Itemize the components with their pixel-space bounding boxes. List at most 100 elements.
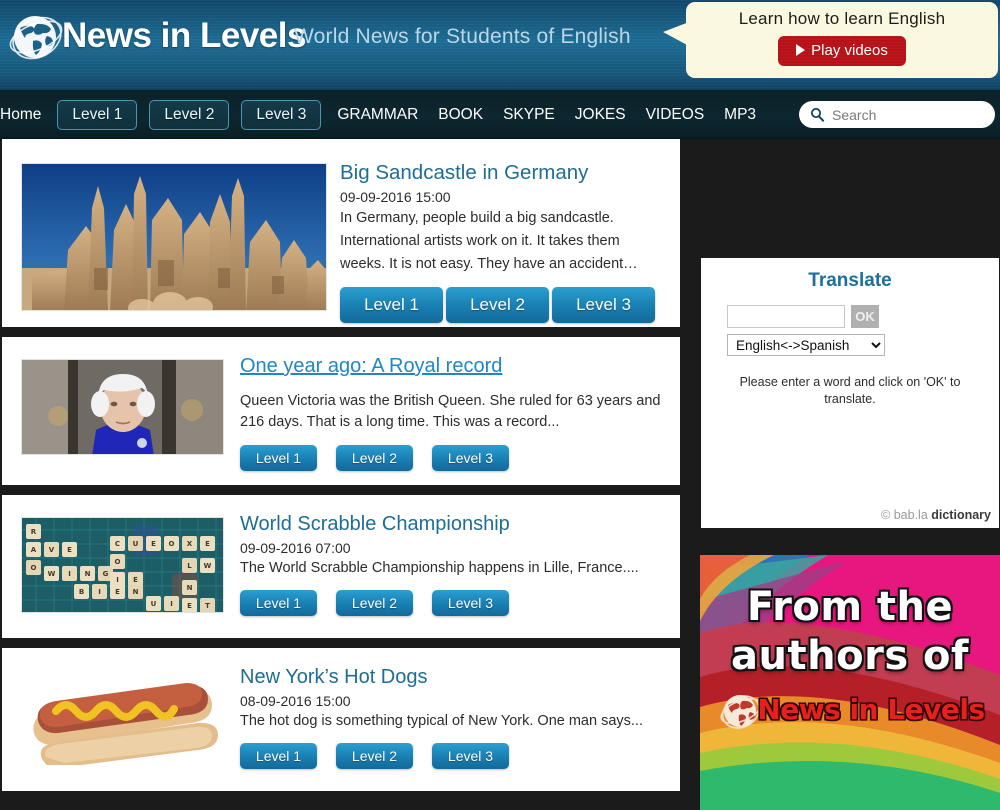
svg-text:W: W bbox=[204, 562, 212, 570]
svg-text:O: O bbox=[31, 564, 37, 572]
article-level-2-button[interactable]: Level 2 bbox=[336, 590, 413, 616]
article-level-1-button[interactable]: Level 1 bbox=[240, 445, 317, 471]
svg-text:G: G bbox=[103, 570, 109, 578]
scrabble-board-photo: R A V E O W I N G C O I U E E B I E N O … bbox=[22, 518, 223, 612]
play-videos-button[interactable]: Play videos bbox=[778, 36, 906, 66]
svg-text:I: I bbox=[68, 570, 71, 578]
svg-text:O: O bbox=[169, 540, 175, 548]
translate-credit-suffix: dictionary bbox=[931, 508, 991, 522]
translate-hint: Please enter a word and click on 'OK' to… bbox=[739, 375, 961, 406]
queen-elizabeth-photo bbox=[22, 360, 223, 454]
search-box[interactable] bbox=[799, 101, 995, 128]
article-thumbnail[interactable] bbox=[21, 359, 224, 455]
svg-text:O: O bbox=[115, 558, 121, 566]
svg-text:N: N bbox=[85, 570, 91, 578]
article-level-3-button[interactable]: Level 3 bbox=[552, 287, 655, 323]
nav-button-level-2[interactable]: Level 2 bbox=[149, 99, 230, 130]
article-summary: The World Scrabble Championship happens … bbox=[240, 560, 639, 576]
nav-item-home[interactable]: Home bbox=[0, 90, 51, 139]
svg-text:N: N bbox=[133, 588, 139, 596]
svg-text:E: E bbox=[67, 546, 72, 554]
article-title[interactable]: World Scrabble Championship bbox=[240, 513, 510, 536]
article-card[interactable]: R A V E O W I N G C O I U E E B I E N O … bbox=[2, 495, 680, 638]
nav-button-level-1[interactable]: Level 1 bbox=[57, 99, 138, 130]
svg-text:A: A bbox=[31, 546, 37, 554]
article-body: World Scrabble Championship 09-09-2016 0… bbox=[240, 513, 668, 616]
promo-text: From the authors of bbox=[700, 583, 1000, 681]
site-header: News in Levels World News for Students o… bbox=[0, 0, 1000, 90]
learn-english-callout: Learn how to learn English Play videos bbox=[686, 2, 998, 78]
svg-text:T: T bbox=[205, 602, 210, 610]
play-triangle-icon bbox=[796, 44, 806, 56]
promo-banner[interactable]: From the authors of News in Levels bbox=[700, 555, 1000, 810]
translate-credit: © bab.la dictionary bbox=[881, 508, 991, 522]
svg-text:V: V bbox=[49, 546, 55, 554]
main-navigation: Home Level 1 Level 2 Level 3 GRAMMAR BOO… bbox=[0, 90, 1000, 139]
translate-input-row: OK bbox=[727, 305, 999, 328]
nav-item-skype[interactable]: SKYPE bbox=[493, 90, 565, 139]
article-level-3-button[interactable]: Level 3 bbox=[432, 590, 509, 616]
article-title[interactable]: One year ago: A Royal record bbox=[240, 355, 502, 378]
search-icon bbox=[810, 107, 825, 122]
search-input[interactable] bbox=[832, 106, 982, 123]
nav-item-jokes[interactable]: JOKES bbox=[565, 90, 636, 139]
svg-text:U: U bbox=[133, 540, 139, 548]
article-card[interactable]: One year ago: A Royal record Queen Victo… bbox=[2, 337, 680, 485]
article-card[interactable]: Big Sandcastle in Germany 09-09-2016 15:… bbox=[2, 139, 680, 327]
article-level-1-button[interactable]: Level 1 bbox=[240, 743, 317, 769]
article-level-3-button[interactable]: Level 3 bbox=[432, 445, 509, 471]
article-level-buttons: Level 1 Level 2 Level 3 bbox=[240, 590, 668, 616]
svg-text:I: I bbox=[170, 600, 173, 608]
article-level-1-button[interactable]: Level 1 bbox=[340, 287, 443, 323]
nav-item-book[interactable]: BOOK bbox=[428, 90, 493, 139]
nav-item-mp3[interactable]: MP3 bbox=[714, 90, 766, 139]
sandcastle-photo bbox=[22, 164, 326, 310]
svg-text:X: X bbox=[187, 540, 193, 548]
article-body: One year ago: A Royal record Queen Victo… bbox=[240, 355, 668, 471]
translate-word-input[interactable] bbox=[727, 305, 845, 328]
article-level-2-button[interactable]: Level 2 bbox=[336, 743, 413, 769]
svg-text:N: N bbox=[187, 584, 193, 592]
promo-line-1: From the bbox=[746, 584, 954, 630]
article-level-3-button[interactable]: Level 3 bbox=[432, 743, 509, 769]
nav-item-grammar[interactable]: GRAMMAR bbox=[327, 90, 428, 139]
article-thumbnail[interactable] bbox=[21, 163, 327, 311]
article-level-2-button[interactable]: Level 2 bbox=[336, 445, 413, 471]
article-date: 09-09-2016 07:00 bbox=[240, 540, 351, 556]
article-list: Big Sandcastle in Germany 09-09-2016 15:… bbox=[2, 139, 680, 801]
svg-text:I: I bbox=[116, 576, 119, 584]
svg-text:E: E bbox=[133, 576, 138, 584]
globe-icon bbox=[9, 16, 63, 60]
play-videos-label: Play videos bbox=[811, 42, 888, 59]
article-title[interactable]: New York’s Hot Dogs bbox=[240, 666, 428, 689]
svg-text:C: C bbox=[115, 540, 120, 548]
article-level-2-button[interactable]: Level 2 bbox=[446, 287, 549, 323]
translate-language-select[interactable]: English<->Spanish bbox=[727, 334, 885, 356]
article-summary: The hot dog is something typical of New … bbox=[240, 713, 643, 729]
article-date: 09-09-2016 15:00 bbox=[340, 189, 451, 205]
svg-text:E: E bbox=[151, 540, 156, 548]
svg-text:R: R bbox=[31, 528, 37, 536]
svg-text:E: E bbox=[205, 540, 210, 548]
translate-ok-button[interactable]: OK bbox=[851, 305, 879, 328]
site-tagline: World News for Students of English bbox=[294, 25, 631, 48]
article-title[interactable]: Big Sandcastle in Germany bbox=[340, 161, 588, 185]
hot-dog-photo bbox=[22, 671, 223, 765]
article-level-buttons: Level 1 Level 2 Level 3 bbox=[340, 287, 668, 323]
nav-button-level-3[interactable]: Level 3 bbox=[241, 99, 322, 130]
site-brand: News in Levels bbox=[62, 16, 306, 55]
article-thumbnail[interactable] bbox=[21, 670, 224, 766]
callout-title: Learn how to learn English bbox=[738, 9, 946, 28]
article-level-buttons: Level 1 Level 2 Level 3 bbox=[240, 445, 668, 471]
translate-title: Translate bbox=[808, 270, 892, 291]
promo-line-2: authors of bbox=[731, 633, 969, 679]
nav-item-videos[interactable]: VIDEOS bbox=[636, 90, 715, 139]
article-date: 08-09-2016 15:00 bbox=[240, 693, 351, 709]
article-summary: In Germany, people build a big sandcastl… bbox=[340, 210, 638, 272]
article-level-1-button[interactable]: Level 1 bbox=[240, 590, 317, 616]
article-level-buttons: Level 1 Level 2 Level 3 bbox=[240, 743, 668, 769]
article-body: Big Sandcastle in Germany 09-09-2016 15:… bbox=[340, 161, 668, 323]
article-card[interactable]: New York’s Hot Dogs 08-09-2016 15:00 The… bbox=[2, 648, 680, 791]
page-root: News in Levels World News for Students o… bbox=[0, 0, 1000, 810]
article-thumbnail[interactable]: R A V E O W I N G C O I U E E B I E N O … bbox=[21, 517, 224, 613]
